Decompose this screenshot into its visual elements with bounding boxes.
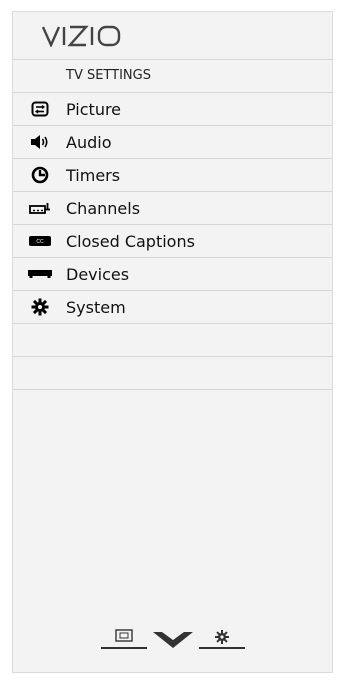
menu-item-label: Picture xyxy=(66,99,122,119)
settings-gear-icon xyxy=(198,628,245,654)
svg-text:CC: CC xyxy=(36,239,44,245)
screen-icon xyxy=(100,628,147,654)
menu-item-audio[interactable]: Audio xyxy=(13,126,332,159)
bottom-nav xyxy=(13,624,332,654)
menu-item-label: Channels xyxy=(66,198,141,218)
speaker-icon xyxy=(13,134,66,150)
settings-panel: TV SETTINGS Picture Audio Timers Channel… xyxy=(12,11,333,673)
menu-title: TV SETTINGS xyxy=(13,60,332,93)
bottom-nav-screen[interactable] xyxy=(100,628,147,654)
empty-row xyxy=(13,357,332,390)
clock-icon xyxy=(13,166,66,184)
empty-row xyxy=(13,324,332,357)
bottom-nav-settings[interactable] xyxy=(198,628,245,654)
cc-icon: CC xyxy=(13,236,66,246)
vizio-v-icon xyxy=(151,628,195,654)
antenna-icon xyxy=(13,201,66,215)
menu-item-picture[interactable]: Picture xyxy=(13,93,332,126)
menu-item-system[interactable]: System xyxy=(13,291,332,324)
menu-item-label: Audio xyxy=(66,132,112,152)
picture-icon xyxy=(13,101,66,117)
menu-item-label: Timers xyxy=(66,165,121,185)
device-icon xyxy=(13,270,66,278)
menu-item-timers[interactable]: Timers xyxy=(13,159,332,192)
menu-item-label: System xyxy=(66,297,126,317)
vizio-logo xyxy=(13,12,332,60)
vizio-logo-mark xyxy=(42,25,121,47)
menu-item-channels[interactable]: Channels xyxy=(13,192,332,225)
bottom-nav-vizio[interactable] xyxy=(151,628,195,654)
menu-item-label: Closed Captions xyxy=(66,231,195,251)
gear-icon xyxy=(13,298,66,316)
menu-item-devices[interactable]: Devices xyxy=(13,258,332,291)
menu-item-label: Devices xyxy=(66,264,130,284)
menu-item-closed-captions[interactable]: CC Closed Captions xyxy=(13,225,332,258)
